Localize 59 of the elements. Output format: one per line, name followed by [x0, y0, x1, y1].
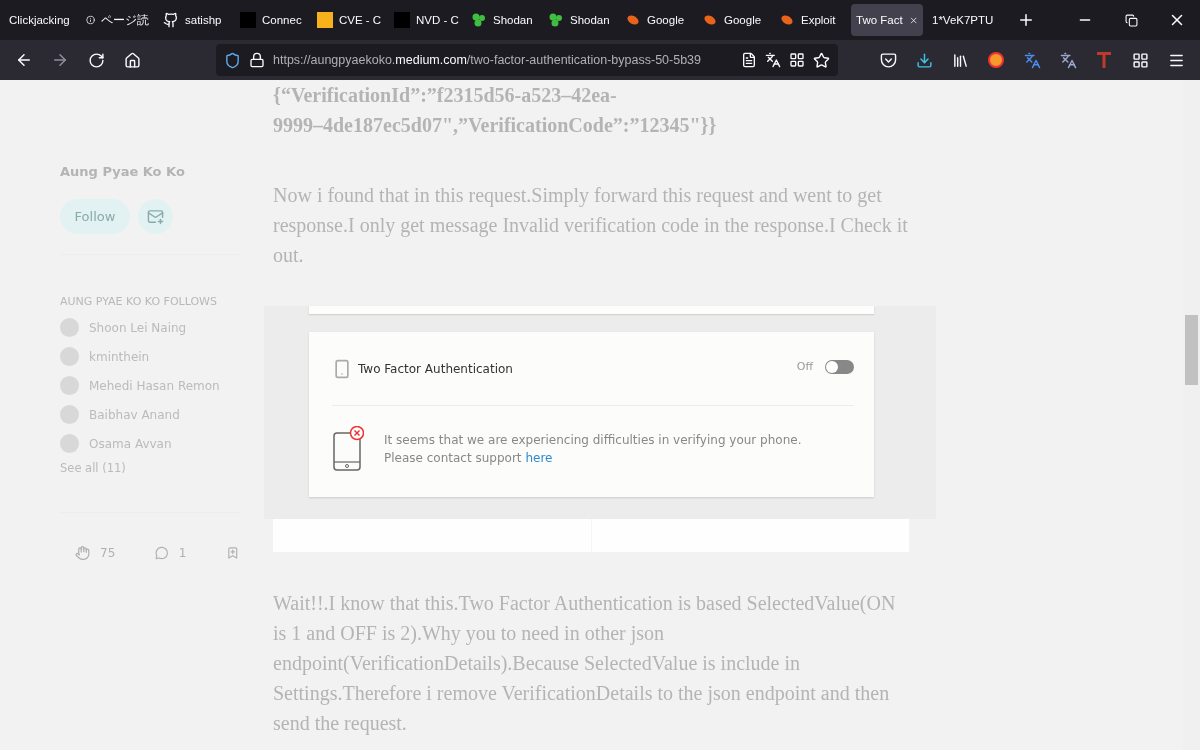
comment-count: 1: [178, 546, 187, 560]
clap-count: 75: [100, 546, 116, 560]
section-heading: AUNG PYAE KO KO FOLLOWS: [60, 295, 218, 308]
t-shape-icon[interactable]: [1097, 52, 1111, 68]
plus-icon[interactable]: [1017, 11, 1035, 29]
back-icon[interactable]: [15, 51, 33, 69]
browser-tab[interactable]: Clickjacking: [4, 4, 77, 36]
restore-icon[interactable]: [1124, 13, 1138, 27]
browser-tab[interactable]: Shodan: [466, 4, 539, 36]
author-name: Aung Pyae Ko Ko: [60, 164, 186, 179]
browser-tab[interactable]: Google: [620, 4, 693, 36]
translate-icon[interactable]: [765, 52, 781, 68]
square-icon: [240, 12, 256, 28]
support-link[interactable]: here: [525, 451, 553, 465]
avatar: [60, 405, 79, 424]
dots-icon: [548, 12, 564, 28]
avatar: [60, 318, 79, 337]
paragraph: Now i found that in this request.Simply forward this request and went to get response.I only get message Invalid verification code in the response.I Check it out.: [273, 183, 909, 268]
scroll-thumb[interactable]: [1185, 315, 1198, 385]
download-icon[interactable]: [915, 51, 933, 69]
browser-tab[interactable]: Google: [697, 4, 770, 36]
square-icon: [394, 12, 410, 28]
address-bar[interactable]: https://aungpyaekoko.medium.com/two-factor-authentication-bypass-50-5b39: [216, 44, 838, 76]
library-icon[interactable]: [951, 51, 969, 69]
home-icon[interactable]: [123, 51, 141, 69]
grid-icon[interactable]: [1131, 51, 1149, 69]
toggle-label: Off: [796, 360, 813, 373]
browser-tab[interactable]: Two Fact: [851, 4, 923, 36]
setting-title: Two Factor Authentication: [358, 361, 513, 376]
avatar: [60, 434, 79, 453]
phone-icon: [332, 358, 352, 379]
browser-tab[interactable]: Shodan: [543, 4, 616, 36]
browser-tab[interactable]: ページ読: [81, 4, 154, 36]
browser-tab[interactable]: CVE - C: [312, 4, 385, 36]
toggle-switch[interactable]: [825, 359, 854, 374]
avatar: [60, 376, 79, 395]
error-message: It seems that we are experiencing difficulties in verifying your phone. Please contact support here: [384, 432, 803, 467]
translate-icon[interactable]: [1059, 51, 1077, 69]
reload-icon[interactable]: [87, 51, 105, 69]
code-line: 9999–4de187ec5d07",”VerificationCode”:”12345"}}: [273, 113, 718, 138]
github-icon: [163, 12, 179, 28]
browser-tab[interactable]: satishp: [158, 4, 231, 36]
browser-tab[interactable]: NVD - C: [389, 4, 462, 36]
pocket-icon[interactable]: [879, 51, 897, 69]
code-line: {“VerificationId”:”f2315d56-a523–42ea-: [273, 83, 618, 108]
browser-tab[interactable]: 1*VeK7PTU: [927, 4, 1000, 36]
phone-error-icon: [332, 426, 364, 472]
shield-icon[interactable]: [224, 51, 241, 69]
lock-icon[interactable]: [249, 52, 265, 68]
dots-icon: [471, 12, 487, 28]
bookmark-star-icon[interactable]: [813, 51, 830, 69]
avatar: [60, 347, 79, 366]
square-icon: [317, 12, 333, 28]
paragraph: Wait!!.I know that this.Two Factor Authentication is based SelectedValue(ON is 1 and OFF is 2).Why you to need in other json endpoint(VerificationDetails).Because SelectedValue is include in Settings.Therefore i remove VerificationDetails to the json endpoint and then send the request.: [273, 591, 897, 737]
browser-tab[interactable]: Connec: [235, 4, 308, 36]
browser-tab[interactable]: Exploit: [774, 4, 847, 36]
forward-icon[interactable]: [51, 51, 69, 69]
grid-icon[interactable]: [789, 52, 805, 68]
reader-view-icon[interactable]: [741, 52, 757, 68]
